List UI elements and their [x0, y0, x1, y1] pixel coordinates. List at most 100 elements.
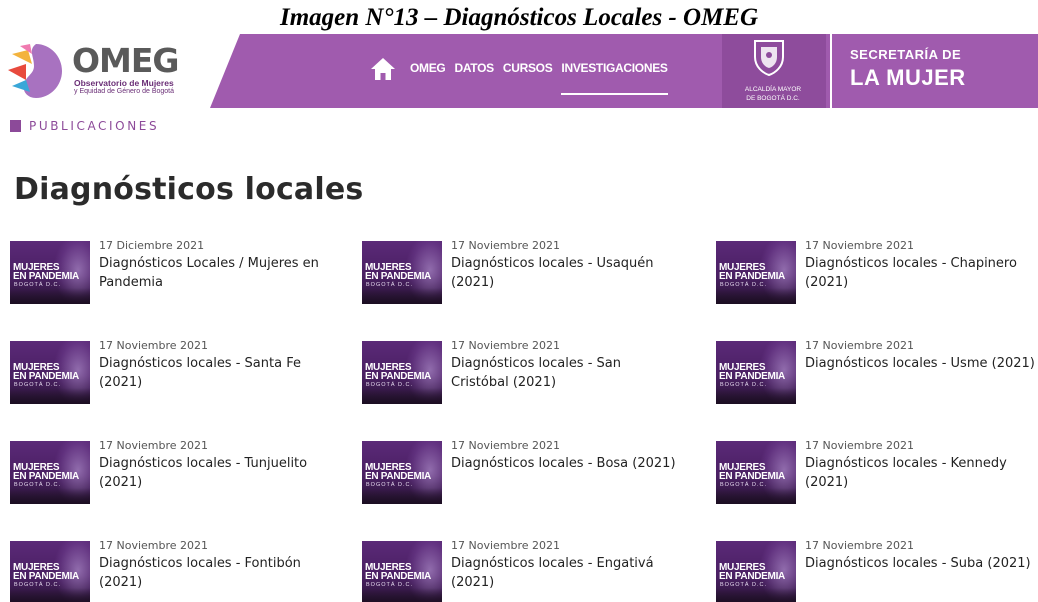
publication-card[interactable]: MUJERES EN PANDEMIA BOGOTÁ D.C. 17 Noviembr… [362, 539, 692, 602]
thumbnail-skyline [716, 488, 796, 504]
publication-thumbnail[interactable]: MUJERES EN PANDEMIA BOGOTÁ D.C. [10, 441, 90, 504]
publication-title-link[interactable]: Diagnósticos locales - Kennedy (2021) [805, 454, 1035, 492]
thumbnail-line2: EN PANDEMIA [365, 471, 431, 482]
publication-thumbnail[interactable]: MUJERES EN PANDEMIA BOGOTÁ D.C. [10, 541, 90, 602]
logo-name: OMEG [72, 41, 180, 80]
logo-subtitle-line2: y Equidad de Género de Bogotá [74, 88, 175, 95]
thumbnail-line2: EN PANDEMIA [719, 271, 785, 282]
publication-title-link[interactable]: Diagnósticos Locales / Mujeres en Pandem… [99, 254, 329, 292]
publication-date: 17 Noviembre 2021 [451, 339, 561, 352]
thumbnail-line3: BOGOTÁ D.C. [720, 382, 768, 388]
thumbnail-line3: BOGOTÁ D.C. [366, 482, 414, 488]
publication-card[interactable]: MUJERES EN PANDEMIA BOGOTÁ D.C. 17 Noviembr… [716, 539, 1038, 602]
publication-card[interactable]: MUJERES EN PANDEMIA BOGOTÁ D.C. 17 Noviembr… [716, 239, 1038, 307]
publication-thumbnail[interactable]: MUJERES EN PANDEMIA BOGOTÁ D.C. [362, 341, 442, 404]
thumbnail-line3: BOGOTÁ D.C. [366, 582, 414, 588]
secretaria-line1: SECRETARÍA DE [850, 47, 962, 62]
nav-item-cursos[interactable]: CURSOS [503, 61, 553, 75]
publication-title-link[interactable]: Diagnósticos locales - Usaquén (2021) [451, 254, 681, 292]
thumbnail-skyline [362, 588, 442, 602]
thumbnail-line3: BOGOTÁ D.C. [720, 582, 768, 588]
publication-card[interactable]: MUJERES EN PANDEMIA BOGOTÁ D.C. 17 Noviembr… [362, 439, 692, 507]
publication-title-link[interactable]: Diagnósticos locales - Suba (2021) [805, 554, 1035, 573]
publication-card[interactable]: MUJERES EN PANDEMIA BOGOTÁ D.C. 17 Diciembr… [10, 239, 340, 307]
publication-date: 17 Noviembre 2021 [451, 439, 561, 452]
thumbnail-line3: BOGOTÁ D.C. [14, 282, 62, 288]
publication-date: 17 Noviembre 2021 [805, 339, 915, 352]
thumbnail-skyline [716, 588, 796, 602]
publication-date: 17 Noviembre 2021 [451, 239, 561, 252]
nav-item-datos[interactable]: DATOS [454, 61, 494, 75]
breadcrumb-square-icon [10, 120, 21, 132]
publication-title-link[interactable]: Diagnósticos locales - Fontibón (2021) [99, 554, 329, 592]
publication-thumbnail[interactable]: MUJERES EN PANDEMIA BOGOTÁ D.C. [10, 241, 90, 304]
thumbnail-skyline [362, 288, 442, 304]
publication-thumbnail[interactable]: MUJERES EN PANDEMIA BOGOTÁ D.C. [716, 241, 796, 304]
logo-subtitle-line1: Observatorio de Mujeres [74, 78, 174, 88]
publication-title-link[interactable]: Diagnósticos locales - Santa Fe (2021) [99, 354, 329, 392]
thumbnail-line3: BOGOTÁ D.C. [14, 382, 62, 388]
home-icon[interactable] [370, 56, 396, 82]
thumbnail-line3: BOGOTÁ D.C. [720, 282, 768, 288]
publication-card[interactable]: MUJERES EN PANDEMIA BOGOTÁ D.C. 17 Noviembr… [362, 239, 692, 307]
thumbnail-line2: EN PANDEMIA [365, 371, 431, 382]
thumbnail-line2: EN PANDEMIA [719, 571, 785, 582]
logo-petals-icon [8, 44, 62, 98]
thumbnail-skyline [10, 488, 90, 504]
thumbnail-line2: EN PANDEMIA [719, 471, 785, 482]
publication-title-link[interactable]: Diagnósticos locales - Usme (2021) [805, 354, 1035, 373]
publication-date: 17 Noviembre 2021 [99, 339, 209, 352]
thumbnail-skyline [10, 288, 90, 304]
publication-card[interactable]: MUJERES EN PANDEMIA BOGOTÁ D.C. 17 Noviembr… [716, 439, 1038, 507]
secretaria-logo[interactable]: SECRETARÍA DE LA MUJER [830, 34, 965, 108]
page-title: Diagnósticos locales [14, 172, 364, 207]
thumbnail-line3: BOGOTÁ D.C. [366, 282, 414, 288]
publication-card[interactable]: MUJERES EN PANDEMIA BOGOTÁ D.C. 17 Noviembr… [10, 539, 340, 602]
figure-caption: Imagen N°13 – Diagnósticos Locales - OME… [279, 4, 759, 31]
publication-thumbnail[interactable]: MUJERES EN PANDEMIA BOGOTÁ D.C. [10, 341, 90, 404]
main-nav: OMEG DATOS CURSOS INVESTIGACIONES [410, 61, 668, 95]
thumbnail-line2: EN PANDEMIA [365, 271, 431, 282]
nav-item-omeg[interactable]: OMEG [410, 61, 446, 75]
thumbnail-line2: EN PANDEMIA [13, 471, 79, 482]
thumbnail-line2: EN PANDEMIA [719, 371, 785, 382]
nav-item-investigaciones[interactable]: INVESTIGACIONES [561, 61, 668, 95]
thumbnail-line3: BOGOTÁ D.C. [14, 582, 62, 588]
thumbnail-line3: BOGOTÁ D.C. [14, 482, 62, 488]
publication-card[interactable]: MUJERES EN PANDEMIA BOGOTÁ D.C. 17 Noviembr… [362, 339, 692, 407]
publication-thumbnail[interactable]: MUJERES EN PANDEMIA BOGOTÁ D.C. [716, 441, 796, 504]
publication-date: 17 Diciembre 2021 [99, 239, 205, 252]
alcaldia-line2: DE BOGOTÁ D.C. [746, 95, 800, 102]
publication-thumbnail[interactable]: MUJERES EN PANDEMIA BOGOTÁ D.C. [362, 441, 442, 504]
publication-title-link[interactable]: Diagnósticos locales - Chapinero (2021) [805, 254, 1035, 292]
publication-thumbnail[interactable]: MUJERES EN PANDEMIA BOGOTÁ D.C. [716, 341, 796, 404]
thumbnail-line2: EN PANDEMIA [13, 271, 79, 282]
site-header: OMEG Observatorio de Mujeres y Equidad d… [0, 34, 1038, 108]
thumbnail-line3: BOGOTÁ D.C. [720, 482, 768, 488]
publication-thumbnail[interactable]: MUJERES EN PANDEMIA BOGOTÁ D.C. [362, 241, 442, 304]
publication-thumbnail[interactable]: MUJERES EN PANDEMIA BOGOTÁ D.C. [362, 541, 442, 602]
publication-date: 17 Noviembre 2021 [805, 239, 915, 252]
thumbnail-line2: EN PANDEMIA [13, 371, 79, 382]
publication-title-link[interactable]: Diagnósticos locales - Tunjuelito (2021) [99, 454, 329, 492]
publication-card[interactable]: MUJERES EN PANDEMIA BOGOTÁ D.C. 17 Noviembr… [716, 339, 1038, 407]
publication-title-link[interactable]: Diagnósticos locales - San Cristóbal (20… [451, 354, 681, 392]
publication-title-link[interactable]: Diagnósticos locales - Bosa (2021) [451, 454, 681, 473]
thumbnail-line2: EN PANDEMIA [13, 571, 79, 582]
thumbnail-skyline [716, 388, 796, 404]
omeg-logo[interactable]: OMEG Observatorio de Mujeres y Equidad d… [6, 38, 196, 104]
bogota-shield-icon [754, 40, 784, 77]
publication-card[interactable]: MUJERES EN PANDEMIA BOGOTÁ D.C. 17 Noviembr… [10, 339, 340, 407]
thumbnail-skyline [716, 288, 796, 304]
alcaldia-logo[interactable]: ALCALDÍA MAYOR DE BOGOTÁ D.C. [722, 34, 826, 108]
thumbnail-skyline [10, 588, 90, 602]
breadcrumb-label[interactable]: PUBLICACIONES [29, 119, 159, 133]
publication-date: 17 Noviembre 2021 [99, 439, 209, 452]
secretaria-line2: LA MUJER [850, 65, 966, 90]
thumbnail-line3: BOGOTÁ D.C. [366, 382, 414, 388]
publication-title-link[interactable]: Diagnósticos locales - Engativá (2021) [451, 554, 681, 592]
publication-card[interactable]: MUJERES EN PANDEMIA BOGOTÁ D.C. 17 Noviembr… [10, 439, 340, 507]
alcaldia-line1: ALCALDÍA MAYOR [744, 86, 802, 93]
publication-date: 17 Noviembre 2021 [451, 539, 561, 552]
publication-thumbnail[interactable]: MUJERES EN PANDEMIA BOGOTÁ D.C. [716, 541, 796, 602]
